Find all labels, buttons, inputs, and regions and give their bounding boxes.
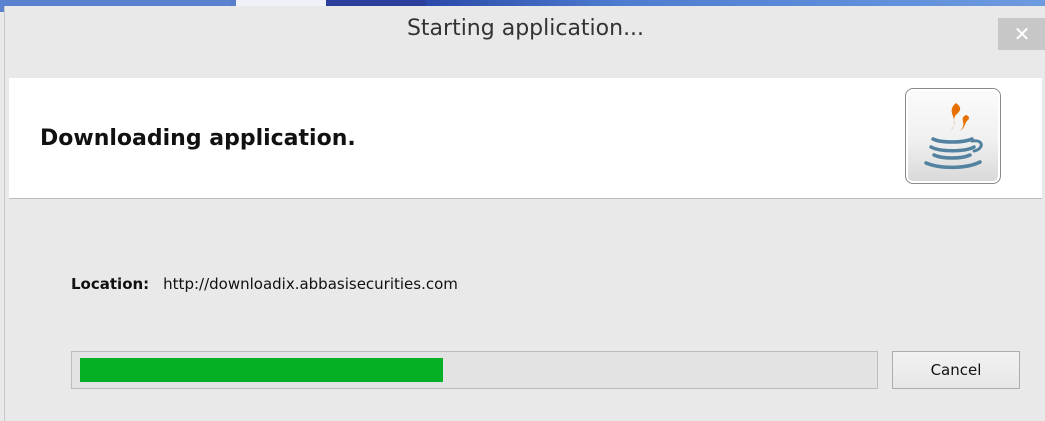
- title-bar[interactable]: Starting application... ✕: [5, 6, 1045, 78]
- body-area: Location: http://downloadix.abbasisecurit…: [9, 199, 1042, 421]
- header-title: Downloading application.: [40, 126, 356, 151]
- location-row: Location: http://downloadix.abbasisecurit…: [71, 275, 458, 293]
- cancel-button[interactable]: Cancel: [892, 351, 1020, 389]
- java-icon: [905, 88, 1001, 184]
- close-icon: ✕: [1013, 22, 1031, 46]
- progress-fill: [80, 358, 443, 382]
- location-label: Location:: [71, 275, 150, 293]
- starting-application-dialog: Starting application... ✕ Downloading ap…: [4, 6, 1045, 421]
- java-logo-icon: [924, 103, 983, 170]
- header-panel: Downloading application.: [9, 78, 1042, 199]
- window-title: Starting application...: [406, 16, 645, 41]
- screen: Starting application... ✕ Downloading ap…: [0, 0, 1045, 421]
- download-progress-bar: [71, 351, 878, 389]
- location-value: http://downloadix.abbasisecurities.com: [163, 275, 458, 293]
- close-button[interactable]: ✕: [998, 18, 1045, 50]
